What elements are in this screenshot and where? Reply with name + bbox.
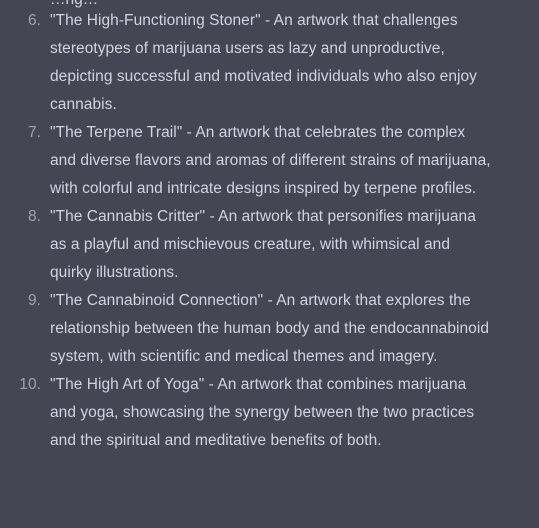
- list-item-text: "The Cannabis Critter" - An artwork that…: [50, 208, 476, 281]
- list-item: 7. "The Terpene Trail" - An artwork that…: [0, 119, 539, 203]
- list-item-text: "The Terpene Trail" - An artwork that ce…: [50, 124, 491, 197]
- list-item: 9. "The Cannabinoid Connection" - An art…: [0, 287, 539, 371]
- list-item: 6. "The High-Functioning Stoner" - An ar…: [0, 7, 539, 119]
- list-item-text: "The Cannabinoid Connection" - An artwor…: [50, 292, 490, 365]
- list-item-number: 6.: [27, 12, 41, 29]
- list-item-number: 9.: [27, 292, 41, 309]
- list-item-text: "The High-Functioning Stoner" - An artwo…: [50, 12, 477, 113]
- list-item-number: 8.: [27, 208, 41, 225]
- list-item-number: 7.: [27, 124, 41, 141]
- list-item: 10. "The High Art of Yoga" - An artwork …: [0, 371, 539, 455]
- list-item-text: "The High Art of Yoga" - An artwork that…: [50, 376, 475, 449]
- list-item: 8. "The Cannabis Critter" - An artwork t…: [0, 203, 539, 287]
- assistant-message: …ng… 6. "The High-Functioning Stoner" - …: [0, 0, 539, 528]
- list-item-number: 10.: [19, 376, 41, 393]
- artwork-ideas-list: 6. "The High-Functioning Stoner" - An ar…: [0, 7, 539, 455]
